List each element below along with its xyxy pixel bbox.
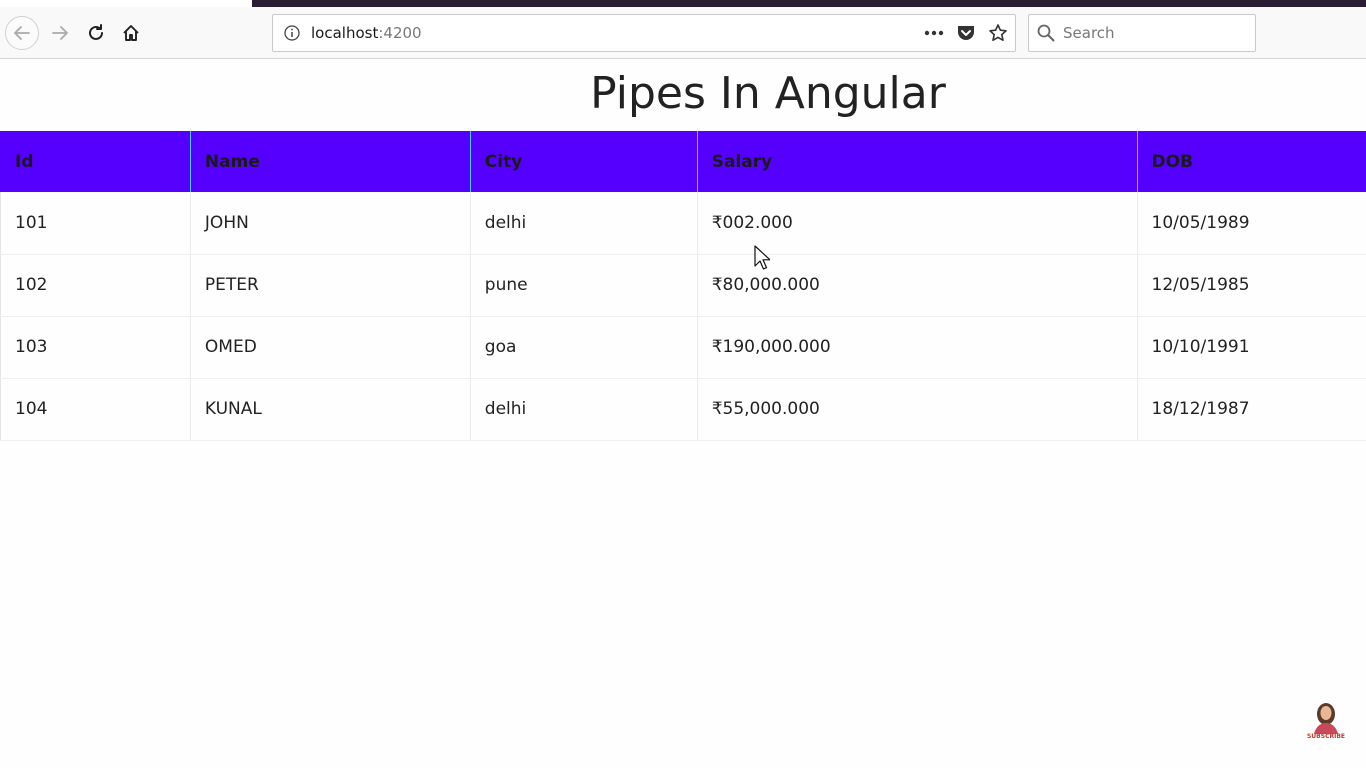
reload-icon xyxy=(89,24,103,40)
header-name: Name xyxy=(189,131,471,192)
cell-dob: 12/05/1985 xyxy=(1136,254,1366,317)
forward-button[interactable] xyxy=(43,16,77,50)
cell-city: goa xyxy=(469,316,698,379)
arrow-left-icon xyxy=(14,26,30,40)
arrow-right-icon xyxy=(52,26,68,40)
bookmark-star-icon[interactable] xyxy=(987,21,1009,45)
cell-salary: ₹190,000.000 xyxy=(696,316,1138,379)
cell-dob: 10/05/1989 xyxy=(1136,192,1366,255)
pocket-icon[interactable] xyxy=(955,21,977,45)
cell-name: KUNAL xyxy=(189,378,471,441)
page-title: Pipes In Angular xyxy=(590,68,946,119)
table-row: 104 KUNAL delhi ₹55,000.000 18/12/1987 xyxy=(0,378,1366,441)
table-row: 102 PETER pune ₹80,000.000 12/05/1985 xyxy=(0,254,1366,317)
table-header-row: Id Name City Salary DOB xyxy=(0,131,1366,192)
page-actions-icon[interactable] xyxy=(923,21,945,45)
cell-salary: ₹55,000.000 xyxy=(696,378,1138,441)
search-input[interactable] xyxy=(1063,24,1243,42)
cell-dob: 10/10/1991 xyxy=(1136,316,1366,379)
reload-button[interactable] xyxy=(79,16,113,50)
table-row: 101 JOHN delhi ₹002.000 10/05/1989 xyxy=(0,192,1366,255)
header-salary: Salary xyxy=(696,131,1138,192)
browser-toolbar: localhost:4200 xyxy=(0,7,1366,59)
url-host: localhost xyxy=(311,24,379,42)
cell-id: 104 xyxy=(0,378,191,441)
url-text: localhost:4200 xyxy=(311,24,422,42)
mouse-pointer-icon xyxy=(754,245,770,270)
cell-city: delhi xyxy=(469,192,698,255)
header-id: Id xyxy=(0,131,191,192)
cell-name: OMED xyxy=(189,316,471,379)
cell-id: 102 xyxy=(0,254,191,317)
cell-name: PETER xyxy=(189,254,471,317)
header-dob: DOB xyxy=(1136,131,1366,192)
back-button[interactable] xyxy=(5,16,39,50)
avatar-icon xyxy=(1314,703,1338,734)
search-icon xyxy=(1037,23,1057,43)
info-icon[interactable] xyxy=(283,24,301,42)
cell-name: JOHN xyxy=(189,192,471,255)
table-row: 103 OMED goa ₹190,000.000 10/10/1991 xyxy=(0,316,1366,379)
subscribe-badge[interactable]: SUBSCRIBE xyxy=(1306,700,1346,742)
cell-city: delhi xyxy=(469,378,698,441)
cell-dob: 18/12/1987 xyxy=(1136,378,1366,441)
subscribe-label: SUBSCRIBE xyxy=(1306,733,1345,740)
address-bar[interactable]: localhost:4200 xyxy=(272,14,1016,52)
cell-id: 101 xyxy=(0,192,191,255)
home-icon xyxy=(123,25,139,41)
home-button[interactable] xyxy=(114,16,148,50)
tab-strip xyxy=(252,0,1366,7)
page-content: Pipes In Angular Id Name City Salary DOB… xyxy=(0,60,1366,768)
cell-id: 103 xyxy=(0,316,191,379)
search-bar[interactable] xyxy=(1028,14,1256,52)
employee-table: Id Name City Salary DOB 101 JOHN delhi ₹… xyxy=(0,131,1366,441)
cell-city: pune xyxy=(469,254,698,317)
url-port: :4200 xyxy=(378,24,422,42)
header-city: City xyxy=(469,131,698,192)
